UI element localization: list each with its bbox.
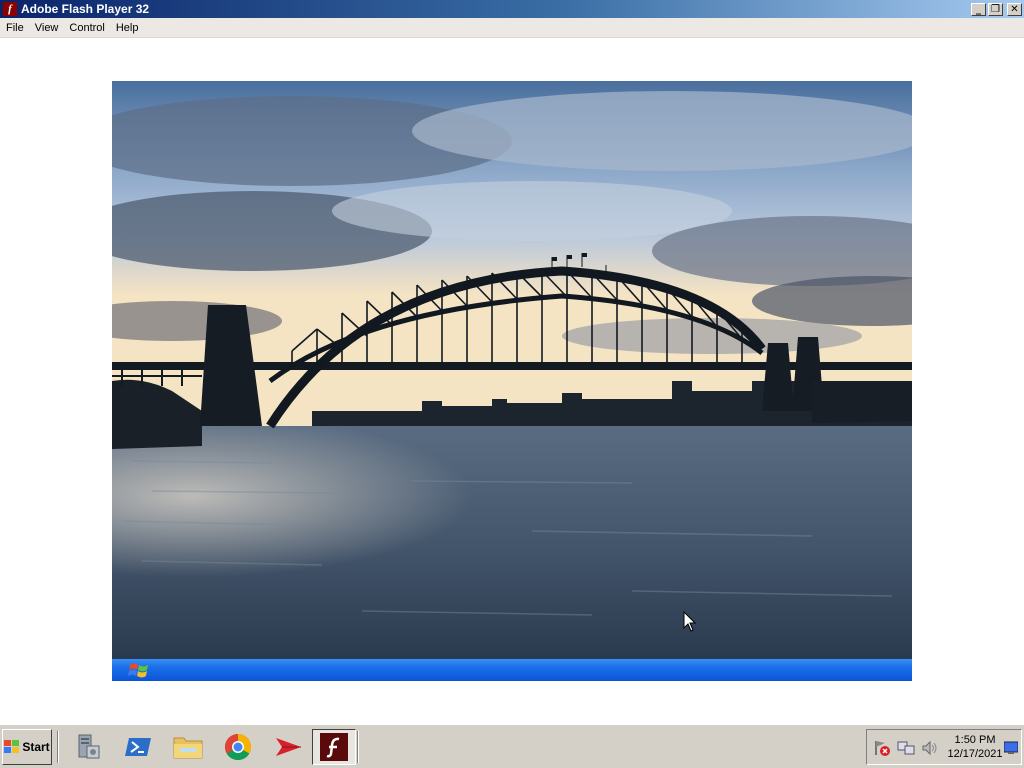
file-explorer-icon[interactable] xyxy=(166,729,210,765)
clock-date: 12/17/2021 xyxy=(947,748,1003,760)
volume-icon[interactable] xyxy=(921,739,939,757)
taskbar-grip[interactable] xyxy=(56,729,62,765)
mouse-cursor-icon xyxy=(683,611,697,632)
taskbar: Start 1:50 PM 12/17/2021 xyxy=(0,724,1024,768)
arrow-app-icon[interactable] xyxy=(266,729,310,765)
start-button[interactable]: Start xyxy=(2,729,52,765)
menu-control[interactable]: Control xyxy=(64,22,109,34)
show-desktop-icon[interactable] xyxy=(1004,741,1018,755)
chrome-icon[interactable] xyxy=(216,729,260,765)
title-bar[interactable]: f Adobe Flash Player 32 _ ❐ ✕ xyxy=(0,0,1024,18)
menu-file[interactable]: File xyxy=(1,22,29,34)
flash-player-icon[interactable] xyxy=(312,729,356,765)
server-manager-icon[interactable] xyxy=(66,729,110,765)
window-controls: _ ❐ ✕ xyxy=(971,2,1022,16)
taskbar-grip-right[interactable] xyxy=(356,729,362,765)
flash-icon: f xyxy=(3,2,17,16)
clock-time: 1:50 PM xyxy=(954,734,996,746)
flag-alert-icon[interactable] xyxy=(873,739,891,757)
close-button[interactable]: ✕ xyxy=(1007,2,1022,16)
menu-bar: File View Control Help xyxy=(0,18,1024,38)
menu-view[interactable]: View xyxy=(30,22,64,34)
minimize-button[interactable]: _ xyxy=(971,2,986,16)
start-label: Start xyxy=(22,740,50,754)
flash-stage[interactable] xyxy=(0,38,1024,724)
windows-logo-icon xyxy=(4,740,20,753)
restore-button[interactable]: ❐ xyxy=(988,2,1003,16)
powershell-icon[interactable] xyxy=(116,729,160,765)
windows-flag-icon xyxy=(128,663,148,678)
network-icon[interactable] xyxy=(897,739,915,757)
xp-taskbar-strip xyxy=(112,659,912,681)
clock[interactable]: 1:50 PM 12/17/2021 xyxy=(945,733,1005,761)
window-title: Adobe Flash Player 32 xyxy=(21,2,150,16)
menu-help[interactable]: Help xyxy=(111,22,144,34)
system-tray: 1:50 PM 12/17/2021 xyxy=(866,729,1022,765)
harbour-bridge-photo xyxy=(112,81,912,659)
